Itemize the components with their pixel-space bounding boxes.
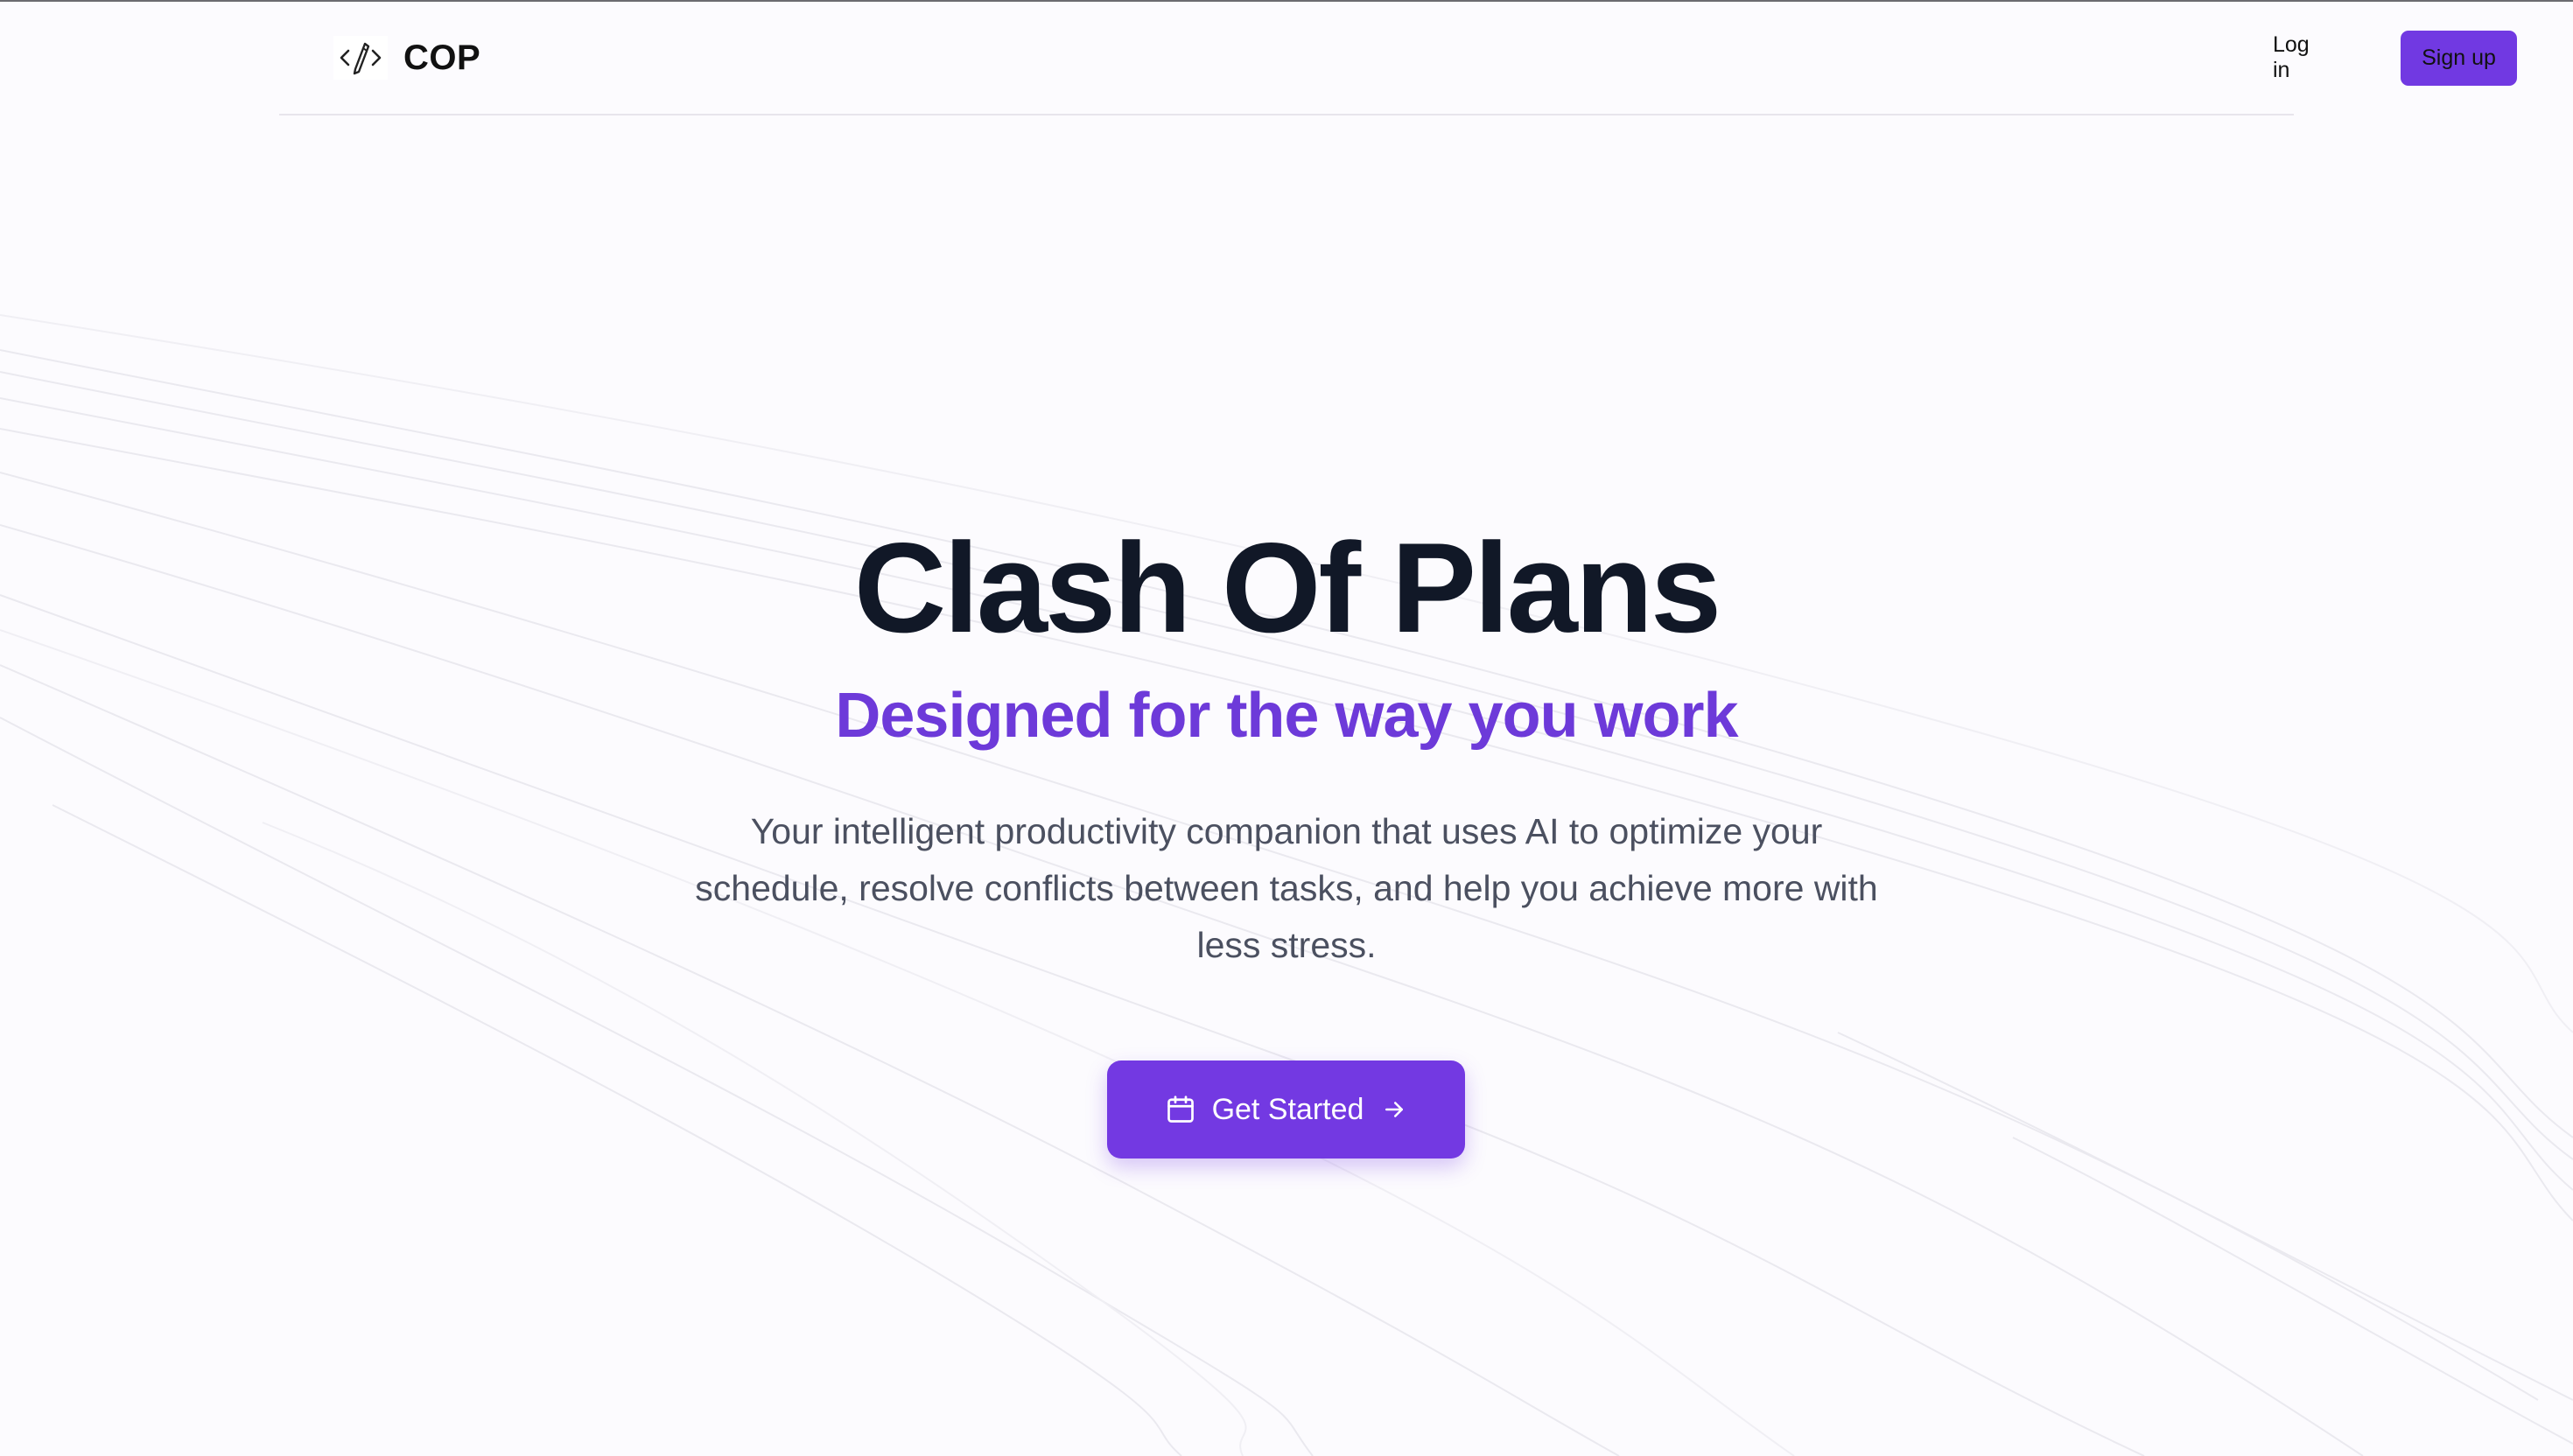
hero-subtitle: Designed for the way you work: [835, 681, 1738, 751]
hero-description: Your intelligent productivity companion …: [695, 811, 1878, 965]
get-started-button[interactable]: Get Started: [1107, 1060, 1465, 1158]
get-started-label: Get Started: [1211, 1092, 1364, 1126]
arrow-right-icon: [1381, 1096, 1407, 1123]
calendar-icon: [1165, 1094, 1196, 1125]
hero-title: Clash Of Plans: [853, 516, 1721, 659]
hero-section: Clash Of Plans Designed for the way you …: [0, 0, 2573, 1456]
